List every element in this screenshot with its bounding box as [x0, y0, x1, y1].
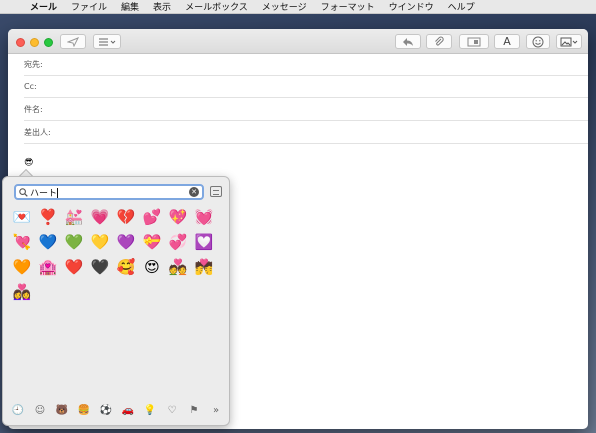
menu-view[interactable]: 表示 — [153, 0, 179, 13]
media-browser-button[interactable] — [556, 34, 582, 49]
image-dropdown-icon — [560, 37, 578, 46]
emoji-item[interactable]: 👩‍❤️‍👩 — [9, 279, 35, 304]
menu-mail[interactable]: メール — [30, 0, 65, 13]
emoji-item[interactable]: 💟 — [191, 229, 217, 254]
smiley-icon — [532, 36, 544, 47]
emoji-item[interactable]: 💙 — [35, 229, 61, 254]
emoji-item[interactable]: 💝 — [139, 229, 165, 254]
emoji-picker: ハート ✕ 💌 ❣️ 💒 💗 💔 💕 💖 💓 💘 💙 💚 💛 💜 💝 💞 💟 🧡… — [2, 176, 230, 426]
cc-label: Cc: — [24, 82, 37, 91]
emoji-item[interactable]: 💒 — [61, 204, 87, 229]
toolbar: A — [8, 29, 588, 54]
emoji-results: 💌 ❣️ 💒 💗 💔 💕 💖 💓 💘 💙 💚 💛 💜 💝 💞 💟 🧡 🏩 ❤️ … — [9, 204, 225, 304]
emoji-item[interactable]: 💚 — [61, 229, 87, 254]
search-icon — [16, 187, 30, 197]
smileys-category-icon[interactable]: ☺ — [31, 405, 49, 416]
photo-browser-button[interactable] — [459, 34, 489, 49]
subject-field[interactable]: 件名: — [24, 99, 588, 121]
from-field[interactable]: 差出人: — [24, 122, 588, 144]
emoji-item[interactable]: 🖤 — [87, 254, 113, 279]
emoji-item[interactable]: 💔 — [113, 204, 139, 229]
menu-bar: メール ファイル 編集 表示 メールボックス メッセージ フォーマット ウインド… — [0, 0, 596, 14]
format-button[interactable]: A — [494, 34, 520, 49]
paper-plane-icon — [67, 36, 79, 47]
reply-button[interactable] — [395, 34, 421, 49]
emoji-search-field[interactable]: ハート ✕ — [14, 184, 204, 200]
close-button[interactable] — [16, 38, 25, 47]
menu-edit[interactable]: 編集 — [121, 0, 147, 13]
character-viewer-icon[interactable] — [210, 186, 222, 197]
food-category-icon[interactable]: 🍔 — [75, 405, 93, 416]
header-options-button[interactable] — [93, 34, 121, 49]
emoji-item[interactable]: ❣️ — [35, 204, 61, 229]
recent-category-icon[interactable]: 🕘 — [9, 405, 27, 416]
emoji-button[interactable] — [526, 34, 550, 49]
to-label: 宛先: — [24, 60, 43, 69]
travel-category-icon[interactable]: 🚗 — [119, 405, 137, 416]
send-button[interactable] — [60, 34, 86, 49]
menu-file[interactable]: ファイル — [71, 0, 115, 13]
emoji-item[interactable]: 💕 — [139, 204, 165, 229]
attach-button[interactable] — [426, 34, 452, 49]
emoji-item[interactable]: 💜 — [113, 229, 139, 254]
emoji-search-value: ハート — [30, 188, 58, 199]
emoji-item[interactable]: 💛 — [87, 229, 113, 254]
more-categories-icon[interactable]: » — [207, 405, 225, 416]
list-icon — [99, 38, 116, 45]
photo-browser-icon — [467, 37, 481, 46]
animals-category-icon[interactable]: 🐻 — [53, 405, 71, 416]
reply-arrow-icon — [403, 37, 413, 46]
zoom-button[interactable] — [44, 38, 53, 47]
objects-category-icon[interactable]: 💡 — [141, 405, 159, 416]
to-field[interactable]: 宛先: — [24, 54, 588, 76]
emoji-item[interactable]: 💏 — [191, 254, 217, 279]
menu-format[interactable]: フォーマット — [321, 0, 383, 13]
minimize-button[interactable] — [30, 38, 39, 47]
subject-label: 件名: — [24, 105, 43, 114]
emoji-item[interactable]: 💖 — [165, 204, 191, 229]
menu-mailbox[interactable]: メールボックス — [185, 0, 256, 13]
emoji-item[interactable]: 🥰 — [113, 254, 139, 279]
message-body-emoji[interactable]: 😎 — [24, 158, 33, 168]
menu-help[interactable]: ヘルプ — [448, 0, 483, 13]
emoji-item[interactable]: 💌 — [9, 204, 35, 229]
emoji-item[interactable]: 💗 — [87, 204, 113, 229]
flags-category-icon[interactable]: ⚑ — [185, 405, 203, 416]
activity-category-icon[interactable]: ⚽ — [97, 405, 115, 416]
menu-message[interactable]: メッセージ — [262, 0, 315, 13]
paperclip-icon — [435, 36, 444, 46]
symbols-category-icon[interactable]: ♡ — [163, 405, 181, 416]
clear-search-icon[interactable]: ✕ — [189, 187, 199, 197]
emoji-item[interactable]: 😍 — [139, 254, 165, 279]
emoji-item[interactable]: 🏩 — [35, 254, 61, 279]
emoji-item[interactable]: 🧡 — [9, 254, 35, 279]
cc-field[interactable]: Cc: — [24, 76, 588, 98]
text-caret — [57, 188, 59, 198]
emoji-item[interactable]: 💑 — [165, 254, 191, 279]
emoji-item[interactable]: 💓 — [191, 204, 217, 229]
emoji-category-bar: 🕘 ☺ 🐻 🍔 ⚽ 🚗 💡 ♡ ⚑ » — [3, 399, 231, 421]
menu-window[interactable]: ウインドウ — [389, 0, 442, 13]
from-label: 差出人: — [24, 128, 51, 137]
emoji-item[interactable]: ❤️ — [61, 254, 87, 279]
emoji-item[interactable]: 💘 — [9, 229, 35, 254]
emoji-item[interactable]: 💞 — [165, 229, 191, 254]
